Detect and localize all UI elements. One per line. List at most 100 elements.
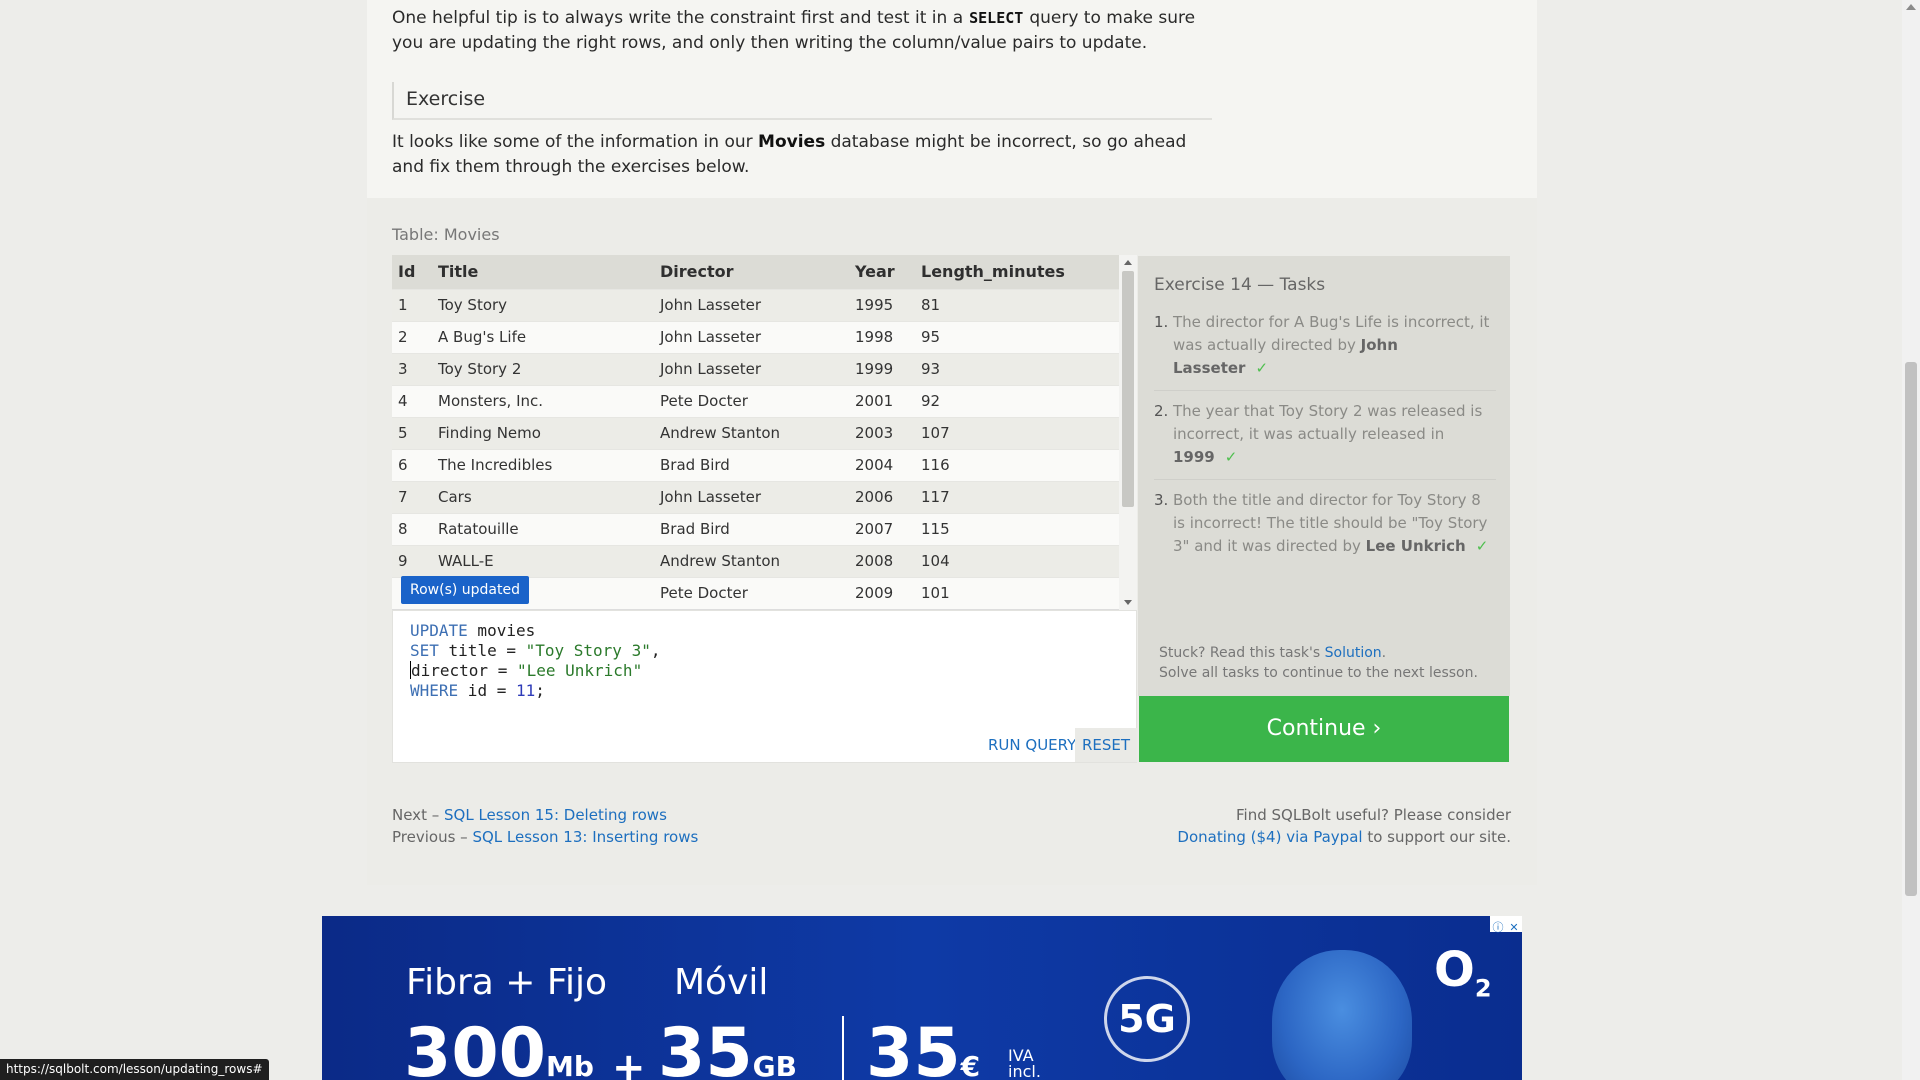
ad-brand-logo: O2 (1434, 942, 1492, 1003)
ad-info-icon[interactable]: ⓘ (1490, 920, 1506, 936)
ad-price-value: 35 (866, 1014, 961, 1080)
code-text: ; (535, 681, 545, 700)
task-item: 3. Both the title and director for Toy S… (1154, 489, 1496, 568)
cell-director: Andrew Stanton (654, 544, 849, 577)
ad-price: 35€ (866, 1020, 980, 1080)
cell-length: 95 (915, 320, 1120, 353)
cell-length: 93 (915, 352, 1120, 385)
movies-bold: Movies (758, 132, 826, 152)
column-header-id: Id (392, 255, 432, 289)
ad-data-value: 35 (658, 1014, 753, 1080)
table-row: 2A Bug's Life John Lasseter 1998 95 (392, 320, 1120, 353)
stuck-instructions: Solve all tasks to continue to the next … (1159, 665, 1478, 681)
code-number: 11 (515, 681, 536, 700)
cell-id: 1 (392, 288, 432, 321)
ad-separator (842, 1016, 844, 1080)
support-note: Find SQLBolt useful? Please consider Don… (1177, 804, 1511, 848)
tasks-panel: Exercise 14 — Tasks 1. The director for … (1138, 256, 1510, 696)
page-scrollbar[interactable] (1902, 0, 1920, 1080)
support-text: Find SQLBolt useful? Please consider (1236, 806, 1511, 824)
code-text: director = (411, 661, 517, 680)
cell-director: John Lasseter (654, 288, 849, 321)
rows-updated-toast: Row(s) updated (401, 576, 529, 604)
table-row: 8 Ratatouille Brad Bird 2007 115 (392, 512, 1120, 545)
cell-title: Cars (432, 480, 654, 513)
ad-brand-sub: 2 (1474, 974, 1492, 1003)
solution-link[interactable]: Solution (1325, 645, 1382, 661)
column-header-year: Year (849, 255, 915, 289)
next-lesson-link[interactable]: SQL Lesson 15: Deleting rows (444, 806, 667, 824)
cell-length: 81 (915, 288, 1120, 321)
ad-choices[interactable]: ⓘ ✕ (1490, 916, 1522, 934)
ad-plus: + (612, 1045, 646, 1080)
next-prefix: Next – (392, 806, 440, 824)
exercise-text-start: It looks like some of the information in… (392, 132, 753, 152)
code-string: "Toy Story 3" (525, 641, 651, 660)
cell-director: Andrew Stanton (654, 416, 849, 449)
table-row: 7 Cars John Lasseter 2006 117 (392, 480, 1120, 513)
task-number: 3. (1154, 491, 1169, 509)
ad-bear-mascot (1272, 950, 1412, 1080)
cell-title: Monsters, Inc. (432, 384, 654, 417)
table-row: 9 WALL-E Andrew Stanton 2008 104 (392, 544, 1120, 577)
cell-length: 115 (915, 512, 1120, 545)
movies-table-container[interactable]: Id Title Director Year Length_minutes 1T… (392, 255, 1137, 610)
sql-code[interactable]: UPDATE movies SET title = "Toy Story 3",… (410, 621, 660, 701)
table-row: 5 Finding Nemo Andrew Stanton 2003 107 (392, 416, 1120, 449)
advertisement-banner[interactable]: Fibra + Fijo Móvil 300Mb + 35GB 35€ IVA i… (322, 916, 1522, 1080)
cell-length: 101 (915, 576, 1120, 609)
cell-director: Brad Bird (654, 512, 849, 545)
task-text: The year that Toy Story 2 was released i… (1173, 402, 1483, 443)
task-list: 1. The director for A Bug's Life is inco… (1154, 311, 1496, 577)
page-scroll-thumb[interactable] (1905, 362, 1917, 896)
cell-id: 2 (392, 320, 432, 353)
column-header-director: Director (654, 255, 849, 289)
previous-prefix: Previous – (392, 828, 468, 846)
table-caption: Table: Movies (392, 225, 500, 244)
cell-director: John Lasseter (654, 480, 849, 513)
cell-director: Pete Docter (654, 384, 849, 417)
cell-year: 1999 (849, 352, 915, 385)
ad-close-icon[interactable]: ✕ (1506, 920, 1522, 936)
cell-title: Toy Story (432, 288, 654, 321)
column-header-title: Title (432, 255, 654, 289)
ad-speed-unit: Mb (545, 1050, 594, 1080)
donate-link[interactable]: Donating ($4) via Paypal (1177, 828, 1362, 846)
cell-year: 2009 (849, 576, 915, 609)
select-keyword: SELECT (969, 9, 1024, 27)
cell-length: 107 (915, 416, 1120, 449)
continue-button[interactable]: Continue › (1139, 696, 1509, 762)
task-bold: Lee Unkrich (1365, 537, 1466, 555)
page-scroll-up-icon[interactable] (1906, 4, 1916, 10)
cell-id: 6 (392, 448, 432, 481)
reset-button[interactable]: RESET (1075, 728, 1137, 762)
table-row: 1 Toy Story John Lasseter 1995 81 (392, 288, 1120, 321)
cell-director: John Lasseter (654, 320, 849, 353)
table-row: 3 Toy Story 2 John Lasseter 1999 93 (392, 352, 1120, 385)
table-scroll-thumb[interactable] (1122, 271, 1134, 507)
ad-5g-badge: 5G (1104, 976, 1190, 1062)
keyword-where: WHERE (410, 681, 459, 700)
cell-id: 5 (392, 416, 432, 449)
cell-year: 2008 (849, 544, 915, 577)
previous-lesson-link[interactable]: SQL Lesson 13: Inserting rows (472, 828, 698, 846)
column-header-length: Length_minutes (915, 255, 1120, 289)
cell-length: 92 (915, 384, 1120, 417)
cell-length: 116 (915, 448, 1120, 481)
ad-data-unit: GB (752, 1050, 797, 1080)
ad-data: 35GB (658, 1020, 797, 1080)
scroll-up-arrow-icon[interactable] (1124, 260, 1132, 265)
cell-year: 1998 (849, 320, 915, 353)
cell-length: 104 (915, 544, 1120, 577)
exercise-paragraph: It looks like some of the information in… (392, 130, 1212, 180)
ad-speed-value: 300 (404, 1014, 546, 1080)
table-scrollbar[interactable] (1119, 255, 1137, 610)
code-text: , (650, 641, 661, 660)
task-bold: 1999 (1173, 448, 1215, 466)
checkmark-icon: ✓ (1255, 359, 1269, 377)
scroll-down-arrow-icon[interactable] (1124, 600, 1132, 605)
cell-year: 2004 (849, 448, 915, 481)
stuck-hint: Stuck? Read this task's Solution. Solve … (1159, 643, 1478, 683)
cell-year: 1995 (849, 288, 915, 321)
run-query-button[interactable]: RUN QUERY (980, 728, 1084, 762)
